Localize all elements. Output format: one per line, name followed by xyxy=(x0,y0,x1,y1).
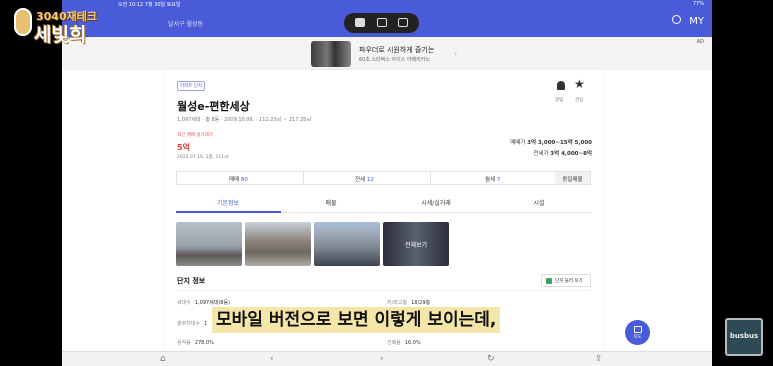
jeonse-price-range: 전세가 3억 4,000~8억 xyxy=(533,151,592,157)
my-button[interactable]: MY xyxy=(689,16,704,27)
status-time: 오전 10:12 7월 30일 토요일 xyxy=(118,2,181,8)
complex-tour-button[interactable]: 단지 둘러 보기 xyxy=(541,274,591,287)
sale-price-range: 매매가 3억 3,000~15억 5,000 xyxy=(510,140,592,146)
complex-photo[interactable] xyxy=(245,222,311,266)
deal-sale[interactable]: 매매 80 xyxy=(229,175,248,183)
bell-icon[interactable] xyxy=(557,81,565,90)
home-icon[interactable]: ⌂ xyxy=(160,354,166,364)
deal-count-bar: 매매 80 전세 12 월세 7 동일매물 xyxy=(176,171,591,185)
tab-facilities[interactable]: 시설 xyxy=(489,198,589,207)
logo-badge xyxy=(14,8,32,36)
view-all-photos[interactable]: 전체보기 xyxy=(383,222,449,266)
recent-trade-detail: 2022.07.10, 1층, 111㎡ xyxy=(177,155,229,160)
battery-level: 77% xyxy=(692,1,704,7)
multitask-control[interactable] xyxy=(344,13,419,33)
ad-image xyxy=(311,41,351,67)
browser-toolbar: ⌂ ‹ › ↻ ⇪ xyxy=(62,351,712,366)
split-view-icon[interactable] xyxy=(377,18,387,27)
ad-subline: 60초 스타벅스 아이스 아메리카노 xyxy=(359,57,430,63)
tab-listings[interactable]: 매물 xyxy=(281,198,381,207)
listing-type-tag: 아파트 단지 xyxy=(177,81,206,91)
same-listing-button[interactable]: 동일매물 xyxy=(555,172,590,184)
fullscreen-icon[interactable] xyxy=(355,18,365,27)
recent-trade-label: 최근 매매 실거래가 xyxy=(177,133,213,138)
divider xyxy=(303,172,304,184)
share-icon[interactable]: ⇪ xyxy=(595,354,603,364)
info-households: 세대수 1,097세대(8동) xyxy=(177,300,231,306)
ad-banner[interactable]: 파우더로 시원하게 즐기는 60초 스타벅스 아이스 아메리카노 › AD xyxy=(62,37,712,70)
info-floor-area-ratio: 용적률 278.0% xyxy=(177,340,214,346)
tab-price-history[interactable]: 시세/실거래 xyxy=(386,198,486,207)
listing-title: 월성e-편한세상 xyxy=(177,100,250,113)
listing-tabs: 기본정보 매물 시세/실거래 시설 xyxy=(176,193,591,213)
tab-basic-info[interactable]: 기본정보 xyxy=(178,198,278,207)
reload-icon[interactable]: ↻ xyxy=(487,354,495,364)
video-subtitle: 모바일 버전으로 보면 이렇게 보이는데, xyxy=(212,307,501,333)
chevron-right-icon: › xyxy=(454,49,458,58)
listing-meta: 1,097세대 · 총 8동 · 2009.10.06. · 111.23㎡ ~… xyxy=(177,117,312,123)
region-breadcrumb[interactable]: 달서구 월성동 xyxy=(168,19,203,28)
watermark-logo: busbus xyxy=(725,318,763,356)
star-label: 관심 xyxy=(575,98,584,103)
star-icon[interactable]: ★ xyxy=(574,77,585,91)
active-tab-indicator xyxy=(176,211,281,213)
info-floors: 저/최고층 18/29층 xyxy=(387,300,431,306)
back-icon[interactable]: ‹ xyxy=(270,354,274,364)
slide-over-icon[interactable] xyxy=(398,18,408,27)
complex-photo[interactable] xyxy=(314,222,380,266)
ad-content[interactable]: 파우더로 시원하게 즐기는 60초 스타벅스 아이스 아메리카노 › xyxy=(311,39,461,69)
divider xyxy=(176,290,591,291)
search-icon[interactable] xyxy=(672,15,682,24)
app-header: 달서구 월성동 MY xyxy=(62,9,712,37)
complex-photo[interactable] xyxy=(176,222,242,266)
deal-monthly[interactable]: 월세 7 xyxy=(485,175,500,183)
deal-jeonse[interactable]: 전세 12 xyxy=(355,175,374,183)
map-icon xyxy=(546,278,552,284)
info-coverage-ratio: 건폐율 16.0% xyxy=(387,340,421,346)
ad-badge[interactable]: AD xyxy=(697,39,704,45)
recent-trade-price: 5억 xyxy=(177,143,190,152)
channel-logo-line2: 세빛희 xyxy=(34,24,87,46)
info-parking: 총주차대수 1 xyxy=(177,321,208,327)
map-fab-button[interactable]: 지도 xyxy=(625,320,650,345)
divider xyxy=(430,172,431,184)
forward-icon[interactable]: › xyxy=(380,354,384,364)
map-icon xyxy=(633,326,642,333)
header-actions: MY xyxy=(672,15,704,27)
bell-label: 알림 xyxy=(555,98,564,103)
complex-info-title: 단지 정보 xyxy=(177,277,206,285)
ad-headline: 파우더로 시원하게 즐기는 xyxy=(359,46,435,54)
status-bar: 오전 10:12 7월 30일 토요일 77% xyxy=(62,0,712,9)
